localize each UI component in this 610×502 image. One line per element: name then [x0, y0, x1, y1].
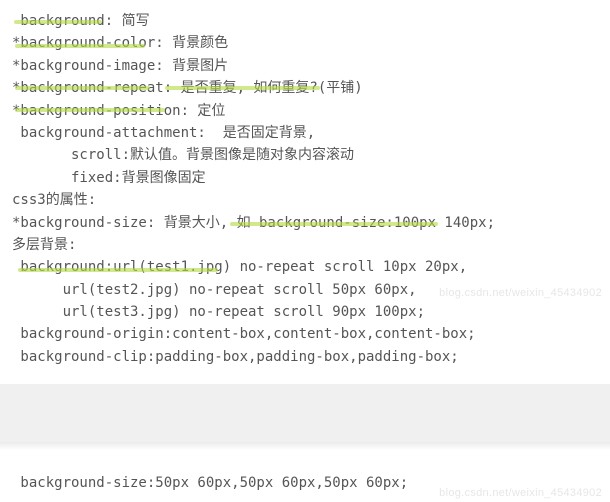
- code-line: *background-repeat: 是否重复, 如何重复?(平铺): [12, 77, 598, 99]
- code-line: *background-size: 背景大小, 如 background-siz…: [12, 212, 598, 234]
- code-line: 多层背景:: [12, 234, 598, 256]
- code-line: *background-position: 定位: [12, 100, 598, 122]
- code-line: background:url(test1.jpg) no-repeat scro…: [12, 256, 598, 278]
- code-line: background-origin:content-box,content-bo…: [12, 323, 598, 345]
- code-block-top: background: 简写 *background-color: 背景颜色 *…: [0, 0, 610, 384]
- code-line: scroll:默认值。背景图像是随对象内容滚动: [12, 144, 598, 166]
- code-line: *background-color: 背景颜色: [12, 32, 598, 54]
- code-line: background-attachment: 是否固定背景,: [12, 122, 598, 144]
- code-line: background-clip:padding-box,padding-box,…: [12, 346, 598, 368]
- document-root: { "code": { "l0": " background: 简写", "l1…: [0, 0, 610, 502]
- code-line: css3的属性:: [12, 189, 598, 211]
- code-line: *background-image: 背景图片: [12, 55, 598, 77]
- code-line: url(test3.jpg) no-repeat scroll 90px 100…: [12, 301, 598, 323]
- code-line: background: 简写: [12, 10, 598, 32]
- code-block-bottom: background-size:50px 60px,50px 60px,50px…: [0, 450, 610, 502]
- divider-shadow: [0, 442, 610, 450]
- separator-gap: [0, 384, 610, 442]
- code-line: background-size:50px 60px,50px 60px,50px…: [12, 472, 598, 494]
- code-line: fixed:背景图像固定: [12, 167, 598, 189]
- code-line: url(test2.jpg) no-repeat scroll 50px 60p…: [12, 279, 598, 301]
